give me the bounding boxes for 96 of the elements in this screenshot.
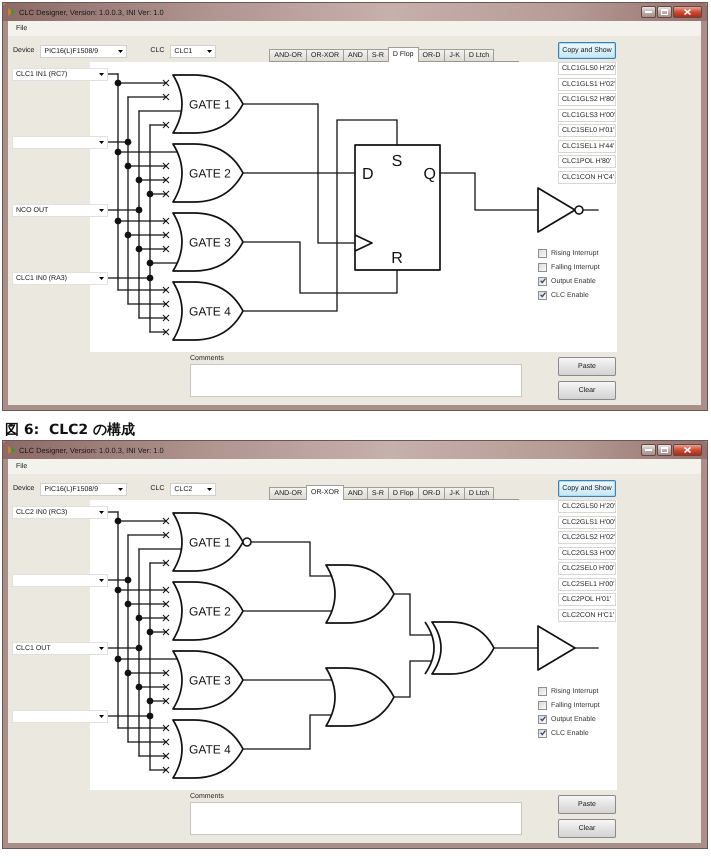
junction-dot-icon (136, 206, 142, 214)
junction-dot-icon (114, 148, 122, 156)
junction-dot-icon (146, 712, 154, 720)
close-icon (684, 447, 691, 453)
or-gate (325, 667, 395, 727)
wire (582, 209, 599, 211)
gate-label: GATE 4 (189, 742, 231, 756)
gate-label: GATE 2 (189, 604, 231, 618)
wire (493, 647, 539, 649)
caret-icon (99, 714, 104, 718)
or-gate (172, 650, 244, 710)
junction-dot-icon (114, 586, 122, 594)
caret-icon (99, 578, 104, 582)
or-gate (172, 719, 244, 779)
checkbox[interactable] (538, 728, 547, 738)
junction-dot-icon (136, 644, 142, 652)
or-gate (172, 74, 244, 134)
junction-dot-icon (114, 656, 122, 662)
caret-icon (99, 276, 104, 280)
junction-dot-icon (114, 218, 122, 224)
app-icon (8, 8, 16, 16)
checkbox[interactable] (538, 700, 547, 710)
app-icon (8, 446, 16, 454)
junction-dot-icon (124, 576, 132, 584)
caret-icon (99, 208, 104, 212)
or-gate (172, 281, 244, 341)
gate-label: GATE 1 (189, 535, 231, 550)
checkbox[interactable] (538, 248, 547, 258)
pin-label: D (362, 166, 374, 183)
close-button[interactable] (673, 444, 702, 456)
wire (393, 593, 432, 636)
gate-label: GATE 2 (189, 166, 231, 180)
junction-dot-icon (146, 628, 154, 636)
figure-caption: 図 6: CLC2 の構成 (5, 421, 136, 439)
junction-dot-icon (146, 190, 154, 198)
junction-dot-icon (124, 232, 132, 238)
input-select[interactable] (12, 710, 108, 722)
minimize-button[interactable] (641, 6, 656, 18)
close-button[interactable] (673, 6, 702, 18)
gate-label: GATE 4 (189, 304, 231, 318)
or-gate (172, 581, 244, 641)
maximize-button[interactable] (657, 6, 672, 18)
checkbox[interactable] (538, 276, 547, 286)
gate-label: GATE 1 (189, 97, 231, 112)
or-gate (172, 212, 244, 272)
checkmark-icon (540, 716, 546, 722)
minimize-icon (645, 449, 652, 451)
caret-icon (99, 140, 104, 144)
junction-dot-icon (136, 176, 142, 184)
caret-icon (207, 50, 212, 53)
junction-dot-icon (146, 698, 154, 704)
junction-dot-icon (136, 684, 142, 690)
checkbox[interactable] (538, 686, 547, 696)
maximize-button[interactable] (657, 444, 672, 456)
gate-label: GATE 3 (189, 235, 231, 250)
minimize-icon (645, 11, 652, 13)
junction-dot-icon (136, 246, 142, 252)
checkmark-icon (540, 730, 546, 736)
junction-dot-icon (124, 138, 132, 146)
junction-dot-icon (114, 80, 122, 86)
junction-dot-icon (114, 518, 122, 524)
checkmark-icon (540, 278, 546, 284)
input-select[interactable] (12, 136, 108, 148)
pin-label: R (391, 250, 403, 267)
comments-field[interactable] (190, 364, 522, 397)
wire (393, 660, 432, 698)
input-select[interactable] (12, 574, 108, 586)
maximize-icon (661, 9, 668, 15)
caret-icon (99, 646, 104, 650)
caret-icon (99, 72, 104, 76)
caret-icon (207, 488, 212, 491)
checkbox[interactable] (538, 714, 547, 724)
junction-dot-icon (124, 162, 132, 170)
gate-label: GATE 3 (189, 673, 231, 688)
caret-icon (118, 488, 124, 491)
checkmark-icon (540, 292, 546, 298)
close-icon (684, 9, 691, 15)
comments-field[interactable] (190, 802, 522, 835)
junction-dot-icon (146, 260, 154, 266)
checkbox[interactable] (538, 290, 547, 300)
checkbox[interactable] (538, 262, 547, 272)
pin-label: Q (424, 166, 436, 183)
junction-dot-icon (124, 670, 132, 676)
xor-gate (424, 621, 495, 675)
minimize-button[interactable] (641, 444, 656, 456)
or-gate (172, 143, 244, 203)
pin-label: S (392, 153, 402, 170)
maximize-icon (661, 447, 668, 453)
junction-dot-icon (146, 274, 154, 282)
or-gate (325, 564, 395, 624)
caret-icon (118, 50, 124, 53)
junction-dot-icon (136, 614, 142, 622)
wire (574, 647, 599, 649)
caret-icon (99, 510, 104, 514)
or-gate (172, 512, 244, 572)
junction-dot-icon (124, 600, 132, 608)
